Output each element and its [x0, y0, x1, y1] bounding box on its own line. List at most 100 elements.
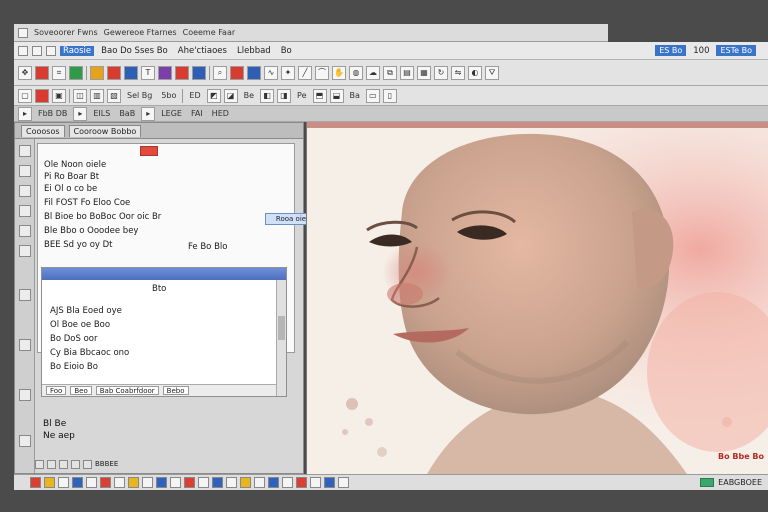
menu-item-2[interactable]: Bao Do Sses Bo: [98, 46, 171, 56]
option-icon-9[interactable]: ◧: [260, 88, 275, 103]
swatch-blue-icon[interactable]: [247, 65, 261, 80]
lasso-tool-icon[interactable]: ∿: [264, 65, 278, 80]
status-icon-4[interactable]: [72, 477, 83, 488]
layer-tool-icon[interactable]: ▤: [400, 65, 414, 80]
subpanel-scrollbar[interactable]: [276, 280, 286, 396]
wand-tool-icon[interactable]: ✦: [281, 65, 295, 80]
option-icon-8[interactable]: ◪: [223, 88, 238, 103]
status-icon-13[interactable]: [198, 477, 209, 488]
gradient-tool-icon[interactable]: [192, 65, 206, 80]
footer-icon-4[interactable]: [71, 459, 80, 469]
color-tool-icon[interactable]: [90, 65, 104, 80]
option-icon-13[interactable]: ▭: [365, 88, 380, 103]
status-icon-10[interactable]: [156, 477, 167, 488]
rotate-tool-icon[interactable]: ↻: [434, 65, 448, 80]
menu-item-5[interactable]: Bo: [278, 46, 295, 56]
list-item[interactable]: Bo DoS oor: [50, 334, 97, 344]
menu-item-3[interactable]: Ahe'ctiaoes: [175, 46, 230, 56]
title-item-1[interactable]: Soveoorer Fwns: [34, 28, 98, 37]
status-icon-11[interactable]: [170, 477, 181, 488]
status-icon-22[interactable]: [324, 477, 335, 488]
option-icon-3[interactable]: ▣: [52, 88, 66, 103]
list-item[interactable]: Bl Bioe bo BoBoc Oor oic Br: [44, 212, 161, 222]
status-icon-7[interactable]: [114, 477, 125, 488]
status-icon-16[interactable]: [240, 477, 251, 488]
tab-1[interactable]: Cooosos: [21, 124, 65, 137]
option-icon-11[interactable]: ⬒: [312, 88, 327, 103]
option-icon-10[interactable]: ◨: [277, 88, 292, 103]
pen-tool-icon[interactable]: [124, 65, 138, 80]
filter-tool-icon[interactable]: ⛛: [485, 65, 499, 80]
scroll-thumb[interactable]: [278, 316, 285, 340]
list-item[interactable]: Cy Bia Bbcaoc ono: [50, 348, 129, 358]
status-icon-12[interactable]: [184, 477, 195, 488]
list-item[interactable]: Ble Bbo o Ooodee bey: [44, 226, 138, 236]
dock-adjust-icon[interactable]: [19, 339, 31, 351]
title-item-3[interactable]: Coeeme Faar: [183, 28, 236, 37]
list-item[interactable]: Bto: [152, 284, 166, 294]
option-icon-1[interactable]: ▢: [18, 88, 32, 103]
swatch-red-icon[interactable]: [230, 65, 244, 80]
option-icon-2[interactable]: [35, 88, 49, 103]
grid-tool-icon[interactable]: ▦: [417, 65, 431, 80]
option-icon-12[interactable]: ⬓: [329, 88, 344, 103]
sec-icon-2[interactable]: ▸: [73, 106, 88, 121]
sec-label-4[interactable]: LEGE: [158, 109, 185, 118]
dock-layers-icon[interactable]: [19, 145, 31, 157]
stamp-tool-icon[interactable]: [175, 65, 189, 80]
move-tool-icon[interactable]: ✥: [18, 65, 32, 80]
status-icon-6[interactable]: [100, 477, 111, 488]
adjust-tool-icon[interactable]: ◐: [468, 65, 482, 80]
status-icon-1[interactable]: [30, 477, 41, 488]
list-item[interactable]: BEE Sd yo oy Dt: [44, 240, 113, 250]
title-item-2[interactable]: Gewereoe Ftarnes: [104, 28, 177, 37]
dock-channel-icon[interactable]: [19, 389, 31, 401]
option-label-5[interactable]: Pe: [294, 91, 309, 100]
option-label-6[interactable]: Ba: [347, 91, 363, 100]
option-icon-7[interactable]: ◩: [206, 88, 221, 103]
option-label-4[interactable]: Be: [241, 91, 257, 100]
option-label-2[interactable]: 5bo: [158, 91, 179, 100]
list-item[interactable]: Fil FOST Fo Eloo Coe: [44, 198, 130, 208]
dock-nav-icon[interactable]: [19, 289, 31, 301]
tab-2[interactable]: Cooroow Bobbo: [68, 124, 142, 137]
status-icon-21[interactable]: [310, 477, 321, 488]
footer-icon-5[interactable]: [83, 459, 92, 469]
eraser-tool-icon[interactable]: [107, 65, 121, 80]
list-item[interactable]: Ei Ol o co be: [44, 184, 97, 194]
dock-brush-icon[interactable]: [19, 165, 31, 177]
status-icon-17[interactable]: [254, 477, 265, 488]
status-icon-2[interactable]: [44, 477, 55, 488]
smudge-tool-icon[interactable]: ☁: [366, 65, 380, 80]
option-label-1[interactable]: Sel Bg: [124, 91, 155, 100]
status-icon-5[interactable]: [86, 477, 97, 488]
menu-item-4[interactable]: Llebbad: [234, 46, 274, 56]
mode-badge[interactable]: ES Bo: [655, 45, 687, 56]
hand-tool-icon[interactable]: ✋: [332, 65, 346, 80]
list-item[interactable]: Ol Boe oe Boo: [50, 320, 110, 330]
clone-tool-icon[interactable]: ⧉: [383, 65, 397, 80]
option-icon-14[interactable]: ▯: [382, 88, 397, 103]
option-icon-4[interactable]: ◫: [73, 88, 87, 103]
status-icon-9[interactable]: [142, 477, 153, 488]
line-tool-icon[interactable]: ╱: [298, 65, 312, 80]
status-icon-14[interactable]: [212, 477, 223, 488]
status-field-2[interactable]: Beo: [70, 386, 92, 395]
dock-history-icon[interactable]: [19, 185, 31, 197]
crop-tool-icon[interactable]: ⌗: [52, 65, 66, 80]
blur-tool-icon[interactable]: ◍: [349, 65, 363, 80]
dock-color-icon[interactable]: [19, 205, 31, 217]
status-icon-20[interactable]: [296, 477, 307, 488]
sec-label-5[interactable]: FAI: [188, 109, 206, 118]
option-icon-6[interactable]: ▧: [107, 88, 121, 103]
status-field-3[interactable]: Bab Coabrfdoor: [95, 386, 159, 395]
panel-warning-button[interactable]: [140, 146, 158, 156]
brush-tool-icon[interactable]: [35, 65, 49, 80]
status-icon-23[interactable]: [338, 477, 349, 488]
list-item[interactable]: Ole Noon oiele: [44, 160, 106, 170]
sec-label-3[interactable]: BaB: [116, 109, 138, 118]
sec-icon-3[interactable]: ▸: [141, 106, 156, 121]
text-tool-icon[interactable]: T: [141, 65, 155, 80]
dock-info-icon[interactable]: [19, 245, 31, 257]
footer-icon-2[interactable]: [47, 459, 56, 469]
